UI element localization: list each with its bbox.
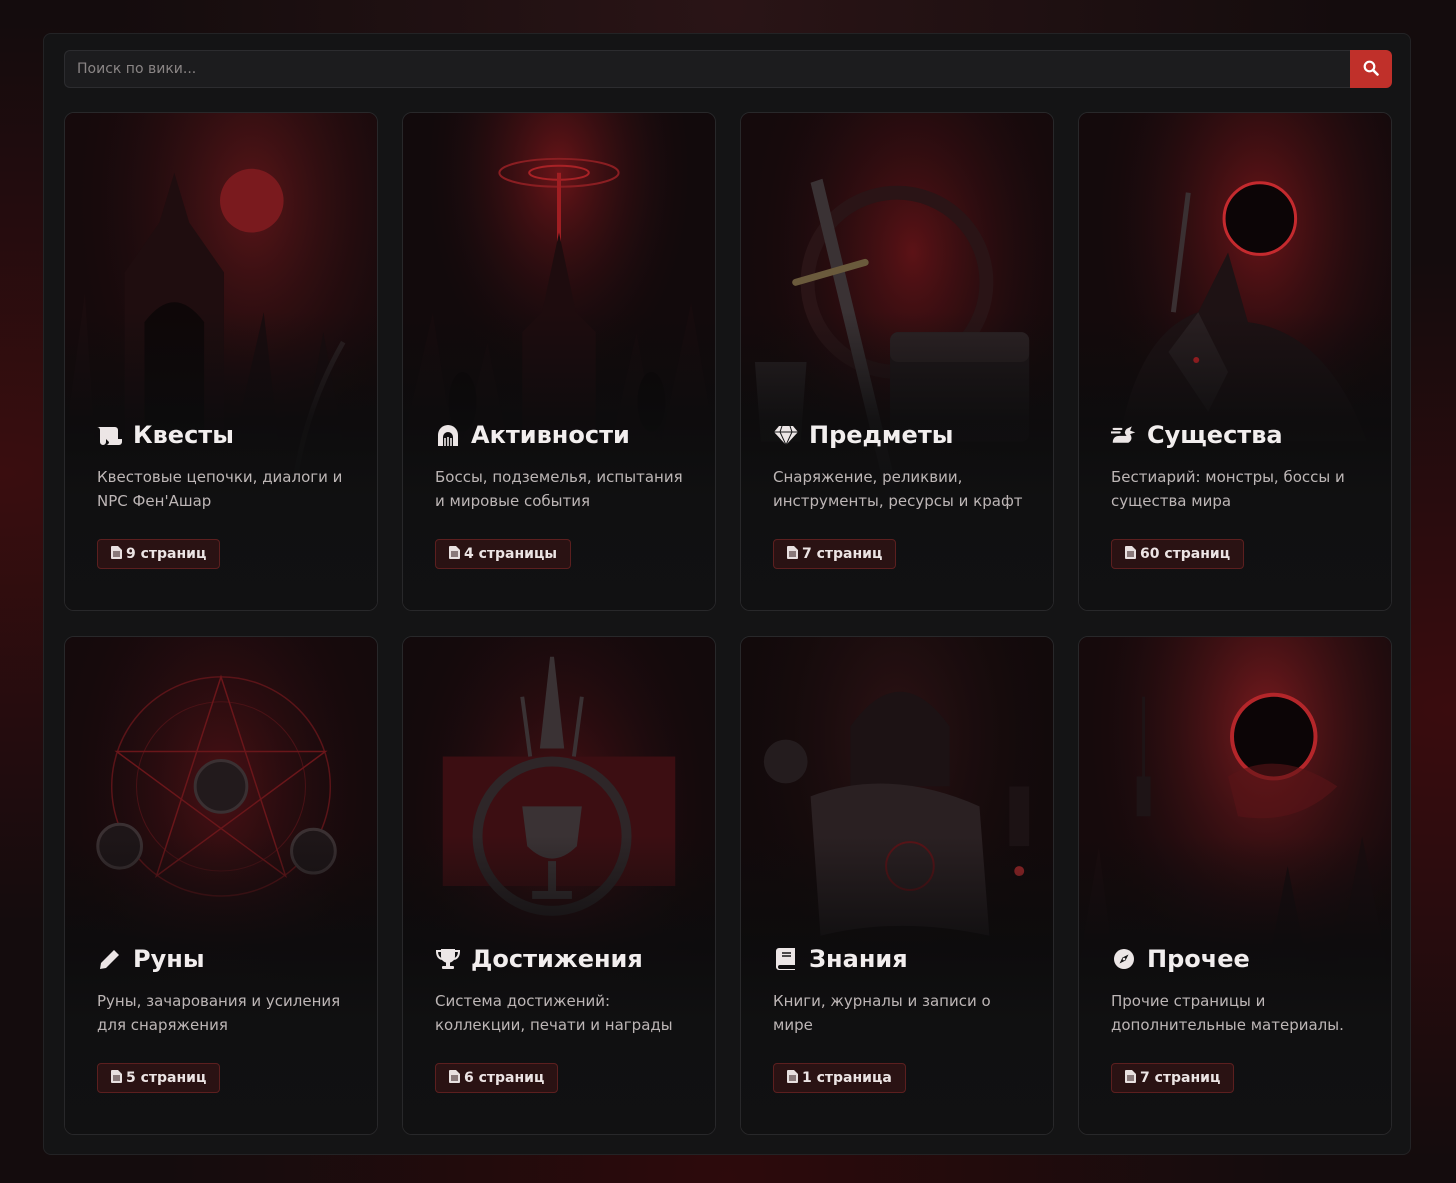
- card-title: Знания: [809, 945, 908, 973]
- file-icon: [449, 545, 460, 563]
- card-overlay: [65, 113, 377, 610]
- scroll-icon: [97, 422, 123, 448]
- dungeon-icon: [435, 422, 461, 448]
- card-description: Руны, зачарования и усиления для снаряже…: [97, 992, 341, 1034]
- card-description: Прочие страницы и дополнительные материа…: [1111, 992, 1344, 1034]
- card-title: Руны: [133, 945, 205, 973]
- card-description: Снаряжение, реликвии, инструменты, ресур…: [773, 468, 1023, 510]
- card-title: Активности: [471, 421, 630, 449]
- gem-icon: [773, 422, 799, 448]
- file-icon: [449, 1069, 460, 1087]
- category-card-lore[interactable]: Знания Книги, журналы и записи о мире 1 …: [740, 636, 1054, 1135]
- card-description: Квестовые цепочки, диалоги и NPC Фен'Аша…: [97, 468, 343, 510]
- card-overlay: [403, 637, 715, 1134]
- page-count-badge: 7 страниц: [773, 539, 897, 569]
- card-overlay: [1079, 113, 1391, 610]
- card-title: Прочее: [1147, 945, 1250, 973]
- wiki-panel: Квесты Квестовые цепочки, диалоги и NPC …: [43, 33, 1411, 1155]
- page-count-badge: 60 страниц: [1111, 539, 1245, 569]
- category-card-items[interactable]: Предметы Снаряжение, реликвии, инструмен…: [740, 112, 1054, 611]
- pen-icon: [97, 946, 123, 972]
- category-card-creatures[interactable]: Существа Бестиарий: монстры, боссы и сущ…: [1078, 112, 1392, 611]
- card-description: Боссы, подземелья, испытания и мировые с…: [435, 468, 683, 510]
- page-count-badge: 6 страниц: [435, 1063, 559, 1093]
- card-title: Существа: [1147, 421, 1283, 449]
- category-card-quests[interactable]: Квесты Квестовые цепочки, диалоги и NPC …: [64, 112, 378, 611]
- card-overlay: [1079, 637, 1391, 1134]
- file-icon: [111, 1069, 122, 1087]
- category-card-activities[interactable]: Активности Боссы, подземелья, испытания …: [402, 112, 716, 611]
- search-icon: [1363, 60, 1379, 79]
- search-input[interactable]: [64, 50, 1350, 88]
- search-button[interactable]: [1350, 50, 1392, 88]
- card-title: Предметы: [809, 421, 954, 449]
- card-description: Бестиарий: монстры, боссы и существа мир…: [1111, 468, 1345, 510]
- compass-icon: [1111, 946, 1137, 972]
- file-icon: [787, 545, 798, 563]
- card-overlay: [741, 637, 1053, 1134]
- book-icon: [773, 946, 799, 972]
- card-title: Квесты: [133, 421, 234, 449]
- card-description: Система достижений: коллекции, печати и …: [435, 992, 673, 1034]
- page-count-badge: 9 страниц: [97, 539, 221, 569]
- file-icon: [1125, 545, 1136, 563]
- card-overlay: [741, 113, 1053, 610]
- page-count-badge: 5 страниц: [97, 1063, 221, 1093]
- card-overlay: [65, 637, 377, 1134]
- search-bar: [64, 50, 1392, 88]
- card-title: Достижения: [471, 945, 643, 973]
- file-icon: [787, 1069, 798, 1087]
- file-icon: [111, 545, 122, 563]
- page-count-badge: 4 страницы: [435, 539, 572, 569]
- card-description: Книги, журналы и записи о мире: [773, 992, 991, 1034]
- card-overlay: [403, 113, 715, 610]
- category-grid: Квесты Квестовые цепочки, диалоги и NPC …: [64, 112, 1392, 1135]
- category-card-achievements[interactable]: Достижения Система достижений: коллекции…: [402, 636, 716, 1135]
- category-card-misc[interactable]: Прочее Прочие страницы и дополнительные …: [1078, 636, 1392, 1135]
- dragon-icon: [1111, 422, 1137, 448]
- file-icon: [1125, 1069, 1136, 1087]
- page-count-badge: 1 страница: [773, 1063, 906, 1093]
- category-card-runes[interactable]: Руны Руны, зачарования и усиления для сн…: [64, 636, 378, 1135]
- page-count-badge: 7 страниц: [1111, 1063, 1235, 1093]
- trophy-icon: [435, 946, 461, 972]
